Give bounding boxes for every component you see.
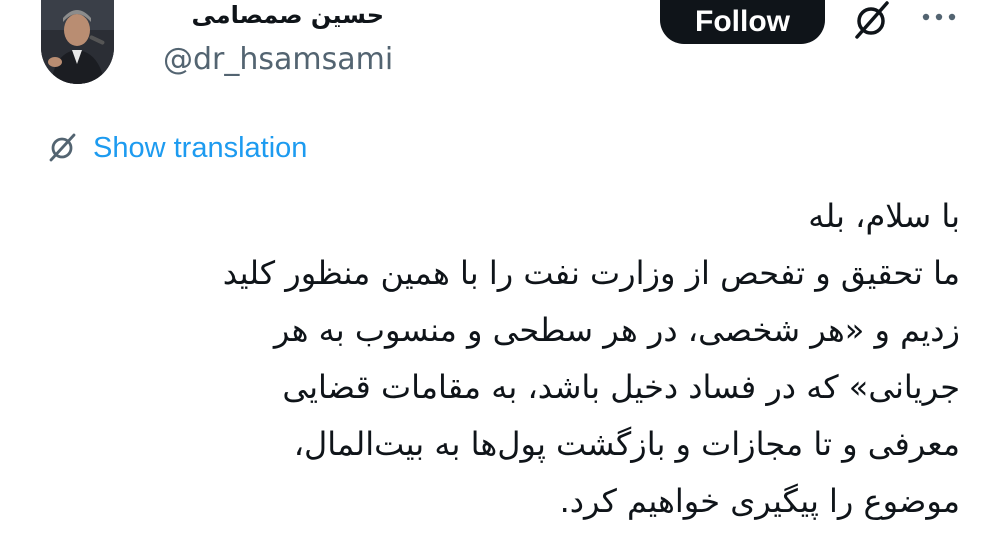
tweet-line: با سلام، بله	[808, 197, 960, 235]
tweet-line: معرفی و تا مجازات و بازگشت پول‌ها به بیت…	[293, 425, 960, 463]
show-translation-link[interactable]: Show translation	[46, 128, 307, 168]
avatar[interactable]	[41, 0, 114, 84]
tweet-text: با سلام، بله ما تحقیق و تفحص از وزارت نف…	[60, 188, 960, 530]
follow-button[interactable]: Follow	[660, 0, 825, 44]
avatar-photo	[41, 0, 114, 84]
show-translation-label: Show translation	[93, 131, 308, 164]
grok-icon	[49, 133, 76, 162]
author-display-name[interactable]: حسین صمصامی	[164, 0, 384, 32]
tweet-line: ما تحقیق و تفحص از وزارت نفت را با همین …	[222, 254, 960, 292]
author-handle[interactable]: @dr_hsamsami	[163, 40, 393, 80]
tweet-line: موضوع را پیگیری خواهیم کرد.	[559, 482, 960, 520]
grok-icon[interactable]	[850, 0, 892, 42]
tweet-line: زدیم و «هر شخصی، در هر سطحی و منسوب به ه…	[273, 311, 960, 349]
tweet-line: جریانی» که در فساد دخیل باشد، به مقامات …	[282, 368, 960, 406]
more-dots-icon[interactable]	[920, 6, 958, 28]
